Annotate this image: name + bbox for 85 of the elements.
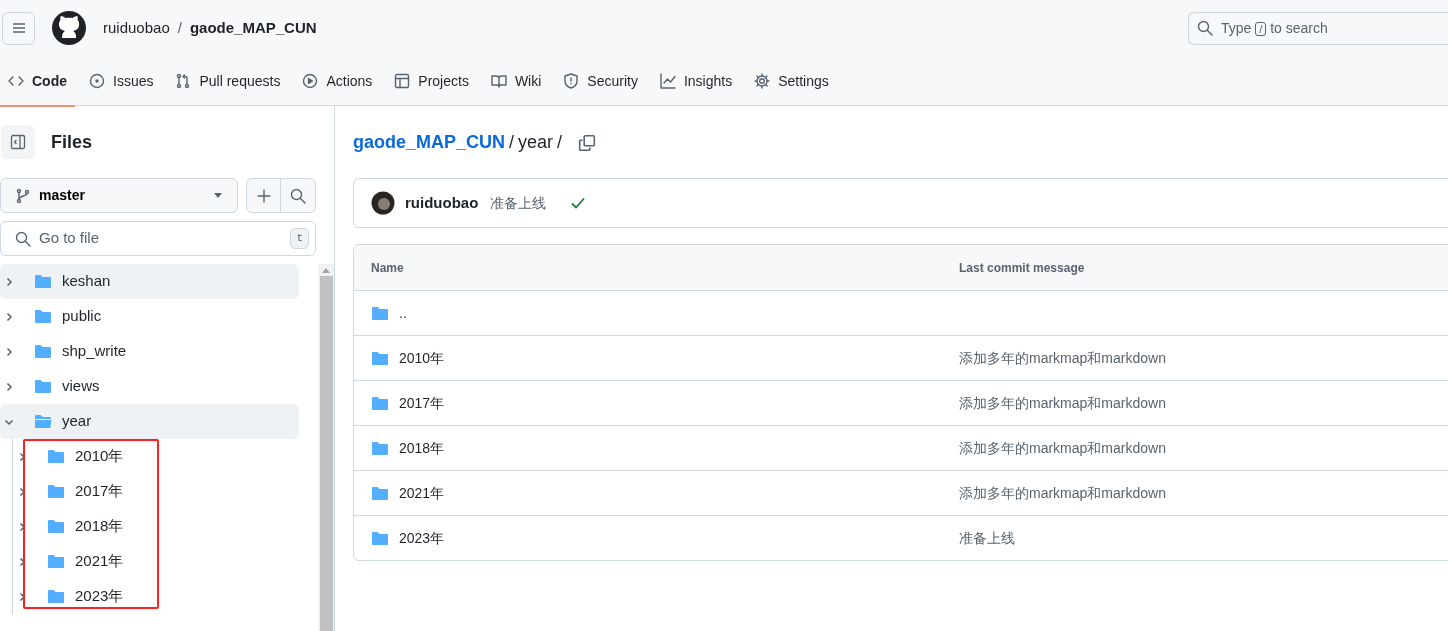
folder-icon xyxy=(34,309,52,324)
commit-message[interactable]: 准备上线 xyxy=(959,527,1015,549)
tree-item[interactable]: shp_write xyxy=(0,334,299,369)
author-link[interactable]: ruiduobao xyxy=(405,191,479,215)
repo-link[interactable]: gaode_MAP_CUN xyxy=(189,16,317,40)
commit-message[interactable]: 准备上线 xyxy=(490,192,547,214)
folder-icon xyxy=(34,379,52,394)
search-icon xyxy=(15,230,31,247)
path-separator: / xyxy=(177,17,182,38)
branch-icon xyxy=(15,187,31,204)
play-icon xyxy=(302,73,319,89)
tab[interactable]: Settings xyxy=(746,56,837,106)
tree-item[interactable]: public xyxy=(0,299,299,334)
sidebar-panel-icon xyxy=(10,134,26,150)
tree-item[interactable]: 2017年 xyxy=(13,474,300,509)
commit-message[interactable]: 添加多年的markmap和markdown xyxy=(959,437,1166,459)
folder-icon xyxy=(47,484,65,499)
branch-arrows-icon xyxy=(175,73,192,89)
menu-icon xyxy=(10,20,27,36)
tab[interactable]: Projects xyxy=(386,56,477,106)
search-field[interactable]: Type / to search xyxy=(1188,11,1448,45)
cat-logo-icon[interactable] xyxy=(51,10,87,46)
folder-link[interactable]: 2018年 xyxy=(399,437,445,459)
table-icon xyxy=(394,73,411,89)
column-header: Last commit message xyxy=(959,259,1085,277)
collapse-sidebar-button[interactable] xyxy=(1,125,35,159)
avatar[interactable] xyxy=(371,191,395,215)
tree-item[interactable]: year xyxy=(0,404,299,439)
folder-link[interactable]: .. xyxy=(399,302,407,324)
tree-item[interactable]: 2010年 xyxy=(13,439,300,474)
tree-item[interactable]: keshan xyxy=(0,264,299,299)
shortcut-key: t xyxy=(290,228,309,249)
circle-dot-icon xyxy=(89,73,105,89)
book-icon xyxy=(490,73,507,89)
owner-link[interactable]: ruiduobao xyxy=(103,16,170,40)
folder-link[interactable]: 2017年 xyxy=(399,392,445,414)
folder-icon xyxy=(371,395,389,411)
folder-icon xyxy=(34,274,52,289)
folder-link[interactable]: 2010年 xyxy=(399,347,445,369)
tab[interactable]: Security xyxy=(555,56,646,106)
commit-message[interactable]: 添加多年的markmap和markdown xyxy=(959,392,1166,414)
gear-icon xyxy=(754,73,771,89)
folder-icon xyxy=(371,530,389,546)
tree-item[interactable]: views xyxy=(0,369,299,404)
tree-item[interactable]: 2023年 xyxy=(13,579,300,614)
folder-name: year xyxy=(518,130,554,154)
open-folder-icon xyxy=(34,414,52,429)
line-chart-icon xyxy=(659,73,676,89)
branch-dropdown[interactable]: master xyxy=(0,178,238,213)
tab[interactable]: Wiki xyxy=(482,56,550,106)
tab[interactable]: Code xyxy=(0,56,75,106)
go-to-file-field[interactable]: Go to file t xyxy=(0,221,316,256)
commit-message[interactable]: 添加多年的markmap和markdown xyxy=(959,347,1166,369)
tree-item[interactable]: 2018年 xyxy=(13,509,300,544)
tab[interactable]: Issues xyxy=(81,56,162,106)
folder-icon xyxy=(47,449,65,464)
tab[interactable]: Pull requests xyxy=(167,56,289,106)
folder-link[interactable]: 2023年 xyxy=(399,527,445,549)
folder-icon xyxy=(47,519,65,534)
folder-icon xyxy=(47,589,65,604)
column-header: Name xyxy=(371,259,404,277)
folder-icon xyxy=(34,344,52,359)
folder-link[interactable]: 2021年 xyxy=(399,482,445,504)
commit-message[interactable]: 添加多年的markmap和markdown xyxy=(959,482,1166,504)
folder-icon xyxy=(47,554,65,569)
tab[interactable]: Actions xyxy=(294,56,381,106)
sidebar-title: Files xyxy=(51,130,93,154)
plus-icon xyxy=(255,187,272,204)
folder-icon xyxy=(371,350,389,366)
tab[interactable]: Insights xyxy=(651,56,741,106)
scroll-up-icon xyxy=(322,268,330,273)
caret-icon xyxy=(213,192,223,199)
search-icon xyxy=(1197,20,1213,36)
menu-button[interactable] xyxy=(2,11,35,45)
copy-icon xyxy=(578,133,597,152)
scrollbar[interactable] xyxy=(318,264,334,631)
shield-icon xyxy=(563,73,580,89)
tree-item[interactable]: 2021年 xyxy=(13,544,300,579)
repo-link[interactable]: gaode_MAP_CUN xyxy=(353,128,506,156)
folder-icon xyxy=(371,305,389,321)
folder-icon xyxy=(371,485,389,501)
path-separator: / xyxy=(557,130,563,154)
path-separator: / xyxy=(509,130,515,154)
search-icon xyxy=(290,187,306,204)
folder-icon xyxy=(371,440,389,456)
